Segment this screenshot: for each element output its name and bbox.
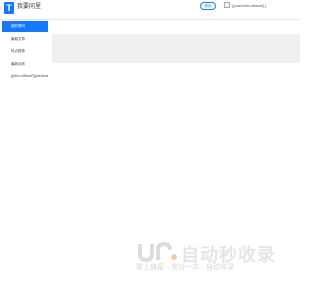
content-placeholder-bar: [52, 34, 300, 63]
header-divider: [0, 19, 300, 20]
sidebar-item-seed-type[interactable]: {{item.cfSeedTypeName}}: [2, 71, 48, 82]
watermark: 自动秒收录 致上链接→来访一次→自动收录: [136, 240, 286, 272]
user-avatar-icon[interactable]: [224, 2, 230, 8]
user-name[interactable]: {{userInfo.uName}}: [232, 3, 266, 8]
watermark-slogan: 致上链接→来访一次→自动收录: [136, 264, 234, 271]
sidebar-item-latest-news[interactable]: 最新动态: [2, 59, 48, 70]
site-logo[interactable]: T: [4, 2, 14, 14]
top-header: T 我要问里 首页 {{userInfo.uName}}: [0, 0, 300, 20]
watermark-logo-icon: [138, 241, 177, 263]
sidebar-item-my-questions[interactable]: 我的提问: [2, 21, 48, 32]
sidebar-item-hot-recommend[interactable]: 热点推荐: [2, 46, 48, 57]
sidebar-item-latest-articles[interactable]: 最新文章: [2, 34, 48, 45]
home-link-button[interactable]: 首页: [200, 2, 216, 10]
site-title[interactable]: 我要问里: [17, 3, 41, 12]
sidebar-nav: 我的提问 最新文章 热点推荐 最新动态 {{item.cfSeedTypeNam…: [2, 21, 48, 84]
